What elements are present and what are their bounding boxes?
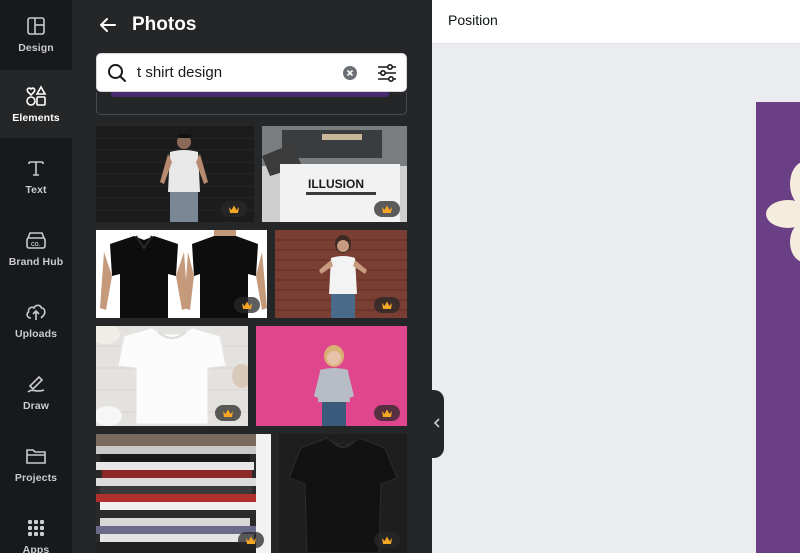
sidebar-rail: Design Elements Text CO. Brand Hub Uploa… [0, 0, 72, 553]
sidebar-item-label: Uploads [14, 328, 58, 340]
photo-thumbnail[interactable] [96, 434, 271, 553]
photo-thumbnail[interactable]: ILLUSION [262, 126, 407, 222]
svg-text:ILLUSION: ILLUSION [308, 177, 364, 191]
sidebar-item-label: Elements [12, 112, 60, 124]
filter-pill-row [96, 92, 407, 115]
sidebar-item-label: Projects [14, 472, 58, 484]
folder-icon [24, 444, 48, 468]
premium-crown-icon [234, 297, 260, 313]
back-arrow-icon[interactable] [96, 13, 120, 37]
sidebar-item-uploads[interactable]: Uploads [0, 286, 72, 354]
premium-crown-icon [238, 532, 264, 548]
premium-crown-icon [374, 532, 400, 548]
collapse-panel-handle[interactable] [430, 390, 444, 458]
panel-header: Photos [96, 10, 196, 40]
search-input[interactable] [137, 57, 337, 88]
scroll-indicator [111, 92, 389, 97]
sidebar-item-label: Design [18, 42, 54, 54]
flower-graphic [766, 162, 800, 262]
svg-text:CO.: CO. [31, 242, 41, 248]
cloud-upload-icon [24, 300, 48, 324]
editor-canvas [432, 44, 800, 553]
search-icon [97, 54, 137, 92]
sidebar-item-apps[interactable]: Apps [0, 502, 72, 553]
premium-crown-icon [374, 405, 400, 421]
premium-crown-icon [374, 201, 400, 217]
text-icon [24, 156, 48, 180]
design-page[interactable] [756, 102, 800, 553]
sidebar-item-brand-hub[interactable]: CO. Brand Hub [0, 214, 72, 282]
context-toolbar: Position [432, 0, 800, 44]
filter-sliders-icon[interactable] [376, 62, 398, 84]
sidebar-item-projects[interactable]: Projects [0, 430, 72, 498]
premium-crown-icon [215, 405, 241, 421]
sidebar-item-draw[interactable]: Draw [0, 358, 72, 426]
brand-icon: CO. [24, 228, 48, 252]
sidebar-item-label: Apps [22, 544, 50, 553]
photo-thumbnail[interactable] [96, 230, 267, 318]
shapes-icon [24, 84, 48, 108]
sidebar-item-label: Text [25, 184, 47, 196]
photo-thumbnail[interactable] [96, 126, 254, 222]
premium-crown-icon [221, 201, 247, 217]
sidebar-item-text[interactable]: Text [0, 142, 72, 210]
clear-search-icon[interactable] [342, 65, 358, 81]
chevron-left-icon [433, 415, 441, 433]
photo-thumbnail[interactable] [275, 230, 407, 318]
photo-thumbnail[interactable] [96, 326, 248, 426]
layout-icon [24, 14, 48, 38]
panel-title: Photos [132, 14, 197, 35]
sidebar-item-elements[interactable]: Elements [0, 70, 72, 138]
draw-icon [24, 372, 48, 396]
premium-crown-icon [374, 297, 400, 313]
search-box [96, 53, 407, 92]
sidebar-item-label: Draw [22, 400, 50, 412]
photo-thumbnail[interactable] [256, 326, 407, 426]
photos-panel: Photos t shirt design ILLUSION [72, 0, 432, 553]
apps-icon [24, 516, 48, 540]
photo-thumbnail[interactable] [279, 434, 407, 553]
position-button[interactable]: Position [448, 12, 498, 28]
sidebar-item-design[interactable]: Design [0, 0, 72, 68]
sidebar-item-label: Brand Hub [8, 256, 64, 268]
